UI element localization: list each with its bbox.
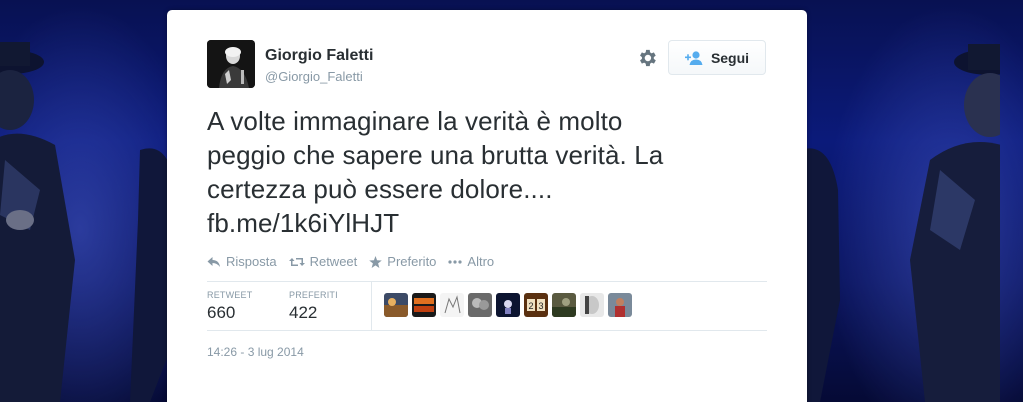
favoriter-avatar[interactable]: 23 [524,293,548,317]
favoriter-avatar[interactable] [384,293,408,317]
retweet-count-label: RETWEET [207,290,253,300]
retweet-count-value: 660 [207,303,236,322]
svg-text:2: 2 [529,301,534,311]
favoriters-avatars: 23 [384,293,632,317]
gear-icon[interactable] [636,47,658,69]
background-figure-right [800,44,1000,402]
favoriter-avatar[interactable] [580,293,604,317]
avatar-image [207,40,255,88]
author-screen-name[interactable]: @Giorgio_Faletti [265,69,363,84]
retweet-icon [288,257,305,266]
favoriter-avatar[interactable] [412,293,436,317]
favorite-count-value: 422 [289,303,318,322]
retweet-count-stat[interactable]: RETWEET 660 [207,290,252,323]
follow-button-label: Segui [710,49,750,66]
favorite-label: Preferito [387,254,437,269]
tweet-text-line: certezza può essere dolore.... [207,174,553,204]
more-icon [448,259,463,264]
avatar[interactable] [207,40,255,88]
favorite-button[interactable]: Preferito [369,254,436,269]
tweet-link[interactable]: fb.me/1k6iYlHJT [207,208,399,238]
tweet-text: A volte immaginare la verità è molto peg… [207,104,767,240]
favoriter-avatar[interactable] [552,293,576,317]
retweet-label: Retweet [309,254,358,269]
add-user-icon [684,50,703,65]
favoriter-avatar[interactable] [608,293,632,317]
tweet-stats: RETWEET 660 PREFERITI 422 2 3 [207,281,767,331]
reply-icon [207,256,220,267]
favorite-count-label: PREFERITI [289,290,338,300]
tweet-timestamp[interactable]: 14:26 - 3 lug 2014 [207,345,304,359]
favoriter-avatar[interactable] [496,293,520,317]
follow-button[interactable]: Segui [668,40,766,75]
stats-divider [371,282,372,330]
more-label: Altro [467,254,495,269]
star-icon [369,255,383,268]
favoriter-avatar[interactable] [468,293,492,317]
tweet-card: Giorgio Faletti @Giorgio_Faletti Segui A… [167,10,807,402]
tweet-text-line: peggio che sapere una brutta verità. La [207,140,664,170]
more-button[interactable]: Altro [448,254,494,269]
favoriter-avatar[interactable] [440,293,464,317]
tweet-text-line: A volte immaginare la verità è molto [207,106,623,136]
reply-label: Risposta [226,254,277,269]
reply-button[interactable]: Risposta [207,254,277,269]
author-display-name[interactable]: Giorgio Faletti [265,47,373,65]
retweet-button[interactable]: Retweet [288,254,358,269]
svg-text:3: 3 [539,301,544,311]
tweet-actions: Risposta Retweet Preferito Altro [207,254,506,269]
favorite-count-stat[interactable]: PREFERITI 422 [289,290,338,323]
